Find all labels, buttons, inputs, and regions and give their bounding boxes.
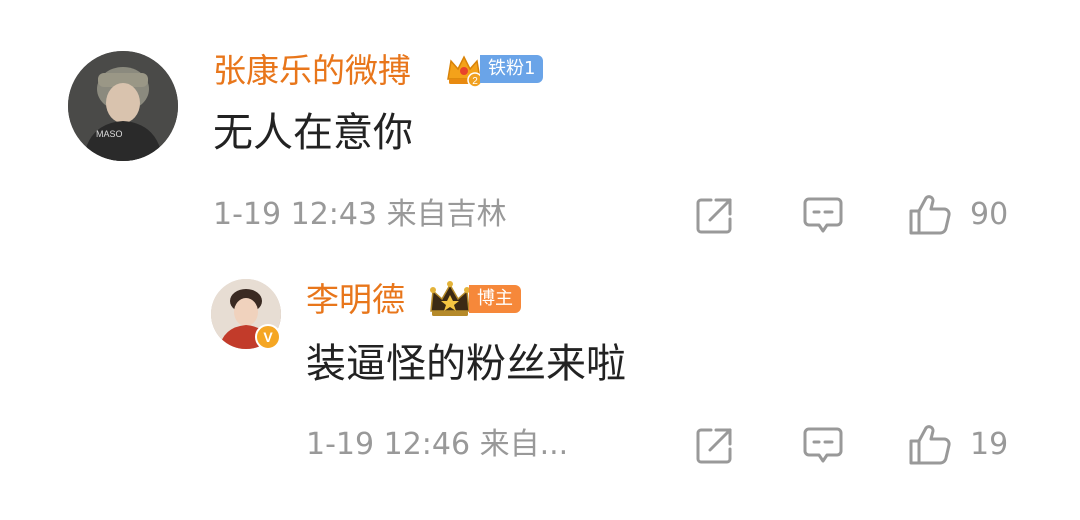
- like-icon[interactable]: [908, 194, 952, 236]
- share-icon[interactable]: [694, 196, 734, 236]
- comment-icon[interactable]: [803, 197, 843, 235]
- like-icon[interactable]: [908, 424, 952, 466]
- share-icon[interactable]: [694, 426, 734, 466]
- host-badge: 博主: [427, 279, 521, 319]
- username[interactable]: 李明德: [306, 280, 405, 320]
- svg-text:MASO: MASO: [96, 129, 123, 139]
- verified-badge: V: [255, 324, 281, 350]
- comment-meta: 1-19 12:46 来自...: [306, 427, 569, 462]
- avatar[interactable]: MASO: [68, 51, 178, 161]
- comment-text: 装逼怪的粉丝来啦: [306, 341, 626, 387]
- avatar[interactable]: V: [211, 279, 281, 350]
- like-count: 19: [970, 427, 1009, 462]
- comment-icon[interactable]: [803, 427, 843, 465]
- username[interactable]: 张康乐的微搏: [213, 51, 411, 91]
- svg-text:2: 2: [472, 76, 478, 87]
- crown-icon: 2: [447, 55, 483, 88]
- comment-text: 无人在意你: [213, 110, 413, 156]
- comment-meta: 1-19 12:43 来自吉林: [213, 197, 507, 232]
- fan-badge-label: 铁粉1: [480, 55, 544, 83]
- host-badge-label: 博主: [469, 285, 521, 313]
- crown-icon: [430, 281, 470, 316]
- fan-badge[interactable]: 2 铁粉1: [444, 49, 544, 89]
- like-count: 90: [970, 197, 1009, 232]
